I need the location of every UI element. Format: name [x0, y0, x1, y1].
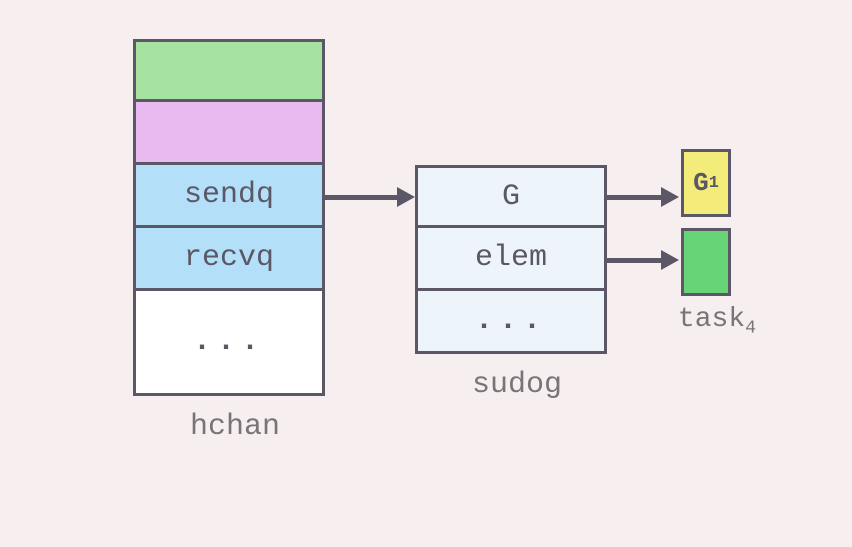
task-label-prefix: task: [678, 304, 745, 335]
hchan-field-recvq: recvq: [133, 228, 325, 291]
arrow-g-to-goroutine: [607, 195, 667, 200]
arrow-elem-to-task-head: [661, 250, 679, 270]
arrow-sendq-to-sudog: [325, 195, 403, 200]
hchan-field-empty-2: [133, 102, 325, 165]
sudog-field-g: G: [415, 165, 607, 228]
hchan-field-empty-1: [133, 39, 325, 102]
goroutine-label-sub: 1: [709, 174, 719, 193]
sudog-field-ellipsis: ...: [415, 291, 607, 354]
arrow-elem-to-task: [607, 258, 667, 263]
task-label: task4: [662, 304, 772, 339]
arrow-sendq-to-sudog-head: [397, 187, 415, 207]
task-box: [681, 228, 731, 296]
goroutine-box: G1: [681, 149, 731, 217]
sudog-field-elem: elem: [415, 228, 607, 291]
sudog-label: sudog: [457, 368, 577, 402]
hchan-field-sendq: sendq: [133, 165, 325, 228]
hchan-field-ellipsis: ...: [133, 291, 325, 396]
arrow-g-to-goroutine-head: [661, 187, 679, 207]
goroutine-label-prefix: G: [693, 168, 709, 198]
hchan-label: hchan: [165, 410, 305, 444]
task-label-sub: 4: [745, 319, 756, 339]
